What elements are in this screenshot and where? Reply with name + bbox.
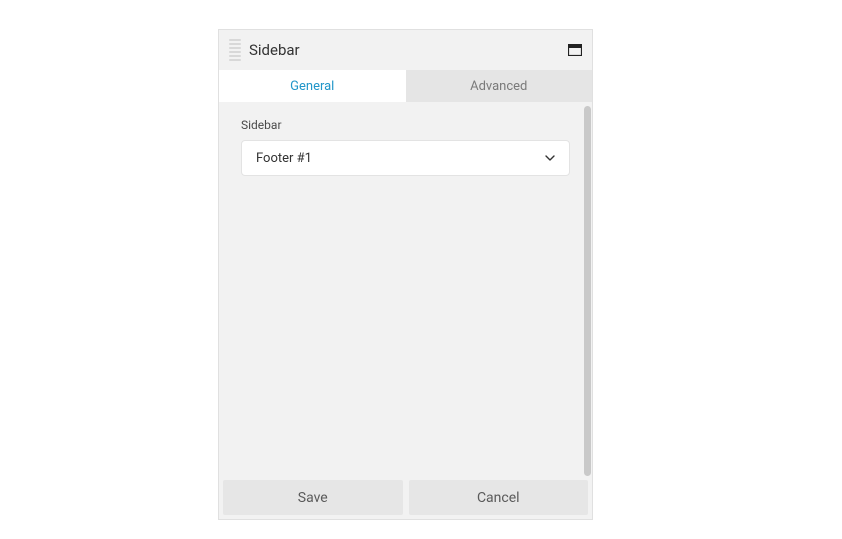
drag-handle-icon[interactable]: [229, 39, 241, 61]
tab-advanced[interactable]: Advanced: [406, 70, 593, 102]
panel-title: Sidebar: [249, 41, 568, 59]
sidebar-select[interactable]: Footer #1: [241, 140, 570, 176]
settings-panel: Sidebar General Advanced Sidebar Footer …: [218, 29, 593, 520]
panel-footer: Save Cancel: [219, 476, 592, 519]
tabs: General Advanced: [219, 70, 592, 102]
window-icon[interactable]: [568, 44, 582, 56]
panel-body: Sidebar Footer #1: [219, 102, 592, 476]
field-sidebar: Sidebar Footer #1: [229, 118, 582, 176]
chevron-down-icon: [545, 155, 555, 161]
scrollbar[interactable]: [584, 106, 591, 476]
save-button[interactable]: Save: [223, 480, 403, 515]
panel-header: Sidebar: [219, 30, 592, 70]
sidebar-field-label: Sidebar: [241, 118, 570, 132]
tab-general[interactable]: General: [219, 70, 406, 102]
sidebar-select-value: Footer #1: [256, 151, 312, 166]
cancel-button[interactable]: Cancel: [409, 480, 589, 515]
